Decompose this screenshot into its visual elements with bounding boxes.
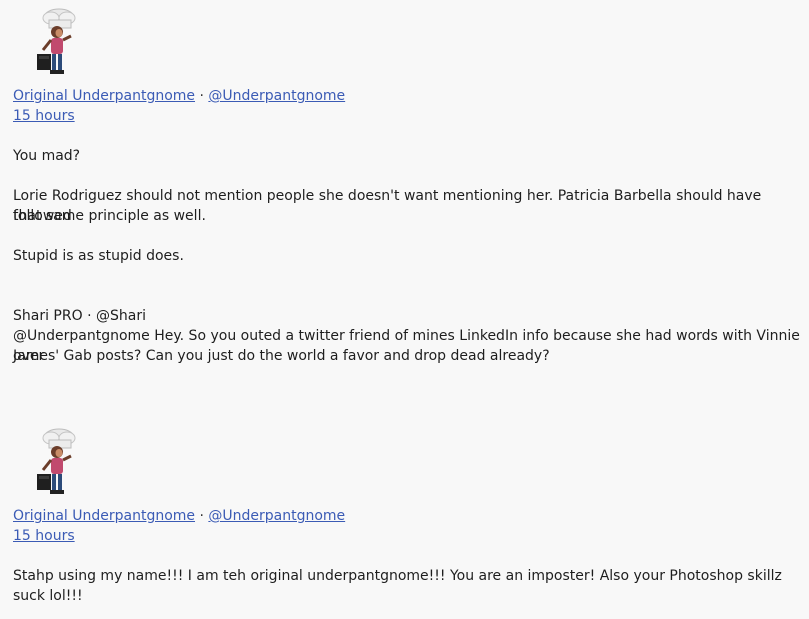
post-1-author-name-link[interactable]: Original Underpantgnome — [13, 88, 195, 104]
chef-gnome-avatar-icon[interactable] — [23, 426, 87, 500]
post-2-separator: · — [195, 508, 209, 524]
post-1-author-line: Original Underpantgnome · @Underpantgnom… — [13, 86, 345, 106]
post-1-author-handle-link[interactable]: @Underpantgnome — [208, 88, 345, 104]
post-2-author-handle-link[interactable]: @Underpantgnome — [208, 508, 345, 524]
post-2-author-line: Original Underpantgnome · @Underpantgnom… — [13, 506, 345, 526]
post-2-text-line-1: Stahp using my name!!! I am teh original… — [13, 568, 782, 604]
post-1-text-line-3: that same principle as well. — [13, 208, 206, 224]
post-2-timestamp-link[interactable]: 15 hours — [13, 528, 75, 544]
quoted-text-line-2: James' Gab posts? Can you just do the wo… — [13, 348, 550, 364]
post-1-text-line-1: You mad? — [13, 148, 81, 164]
post-1-timestamp-line: 15 hours — [13, 106, 75, 126]
post-2-author-name-link[interactable]: Original Underpantgnome — [13, 508, 195, 524]
quoted-author: Shari PRO · @Shari — [13, 308, 146, 324]
post-1-separator: · — [195, 88, 209, 104]
post-1-timestamp-link[interactable]: 15 hours — [13, 108, 75, 124]
chef-gnome-avatar-icon[interactable] — [23, 6, 87, 80]
post-2-timestamp-line: 15 hours — [13, 526, 75, 546]
post-1-text-line-4: Stupid is as stupid does. — [13, 248, 184, 264]
